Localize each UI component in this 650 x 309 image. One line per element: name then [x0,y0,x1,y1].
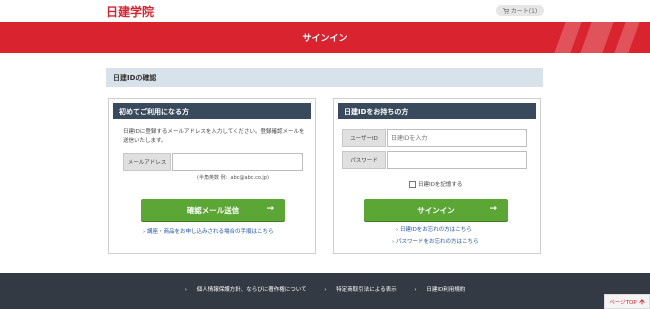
member-title: 日建IDをお持ちの方 [344,108,409,116]
page-banner: サインイン [0,22,650,53]
chevron-right-icon: › [143,229,146,235]
email-format-note: (半角英数 例：abc@abc.co.jp) [197,175,269,181]
sign-in-label: サインイン [417,205,455,215]
sign-in-button[interactable]: サインイン → [364,199,508,221]
footer-link-privacy[interactable]: › 個人情報保護方針、ならびに著作権について [181,287,311,293]
arrow-right-icon: → [489,204,497,214]
chevron-right-icon: › [396,227,399,233]
email-field[interactable] [172,153,303,171]
forgot-password-link[interactable]: › パスワードをお忘れの方はこちら [392,237,478,245]
top-bar: 日建学院 カート(1) [0,0,650,22]
new-user-panel: 初めてご利用になる方 日建IDに登録するメールアドレスを入力してください。登録確… [108,98,316,254]
site-footer: › 個人情報保護方針、ならびに著作権について › 特定商取引法による表示 › 日… [0,273,650,309]
section-header: 日建IDの確認 [106,68,543,87]
section-title: 日建IDの確認 [113,74,157,82]
arrow-up-icon [638,298,645,304]
footer-link-commerce[interactable]: › 特定商取引法による表示 [320,287,400,293]
chevron-right-icon: › [392,239,395,245]
new-user-description: 日建IDに登録するメールアドレスを入力してください。登録確認メールを送信いたしま… [123,129,305,144]
page-title: サインイン [302,34,348,44]
send-confirmation-label: 確認メール送信 [186,205,240,215]
send-confirmation-button[interactable]: 確認メール送信 → [141,199,285,221]
checkbox-icon[interactable] [409,181,416,188]
footer-links: › 個人情報保護方針、ならびに著作権について › 特定商取引法による表示 › 日… [0,285,650,293]
arrow-right-icon: → [266,204,274,214]
cart-icon [502,7,509,14]
password-label: パスワード [342,151,386,169]
member-panel: 日建IDをお持ちの方 ユーザーID パスワード 日建IDを記憶する サインイン … [333,98,541,254]
email-label: メールアドレス [123,153,171,171]
page-top-label: ページTOP [609,299,637,306]
remember-id-checkbox[interactable]: 日建IDを記憶する [409,180,462,188]
footer-link-terms[interactable]: › 日建ID利用規約 [410,287,469,293]
cart-label: カート(1) [510,8,538,15]
member-panel-header: 日建IDをお持ちの方 [338,103,536,119]
forgot-id-link[interactable]: › 日建IDをお忘れの方はこちら [396,225,472,233]
new-user-panel-header: 初めてご利用になる方 [113,103,311,119]
new-user-title: 初めてご利用になる方 [119,108,189,116]
password-input[interactable] [387,151,527,169]
page-top-button[interactable]: ページTOP [604,294,650,309]
cart-button[interactable]: カート(1) [496,5,544,16]
site-logo[interactable]: 日建学院 [106,3,154,20]
user-id-input[interactable] [387,129,527,147]
user-id-label: ユーザーID [342,129,386,147]
application-steps-link[interactable]: › 講座・商品をお申し込みされる場合の手順はこちら [143,227,273,235]
